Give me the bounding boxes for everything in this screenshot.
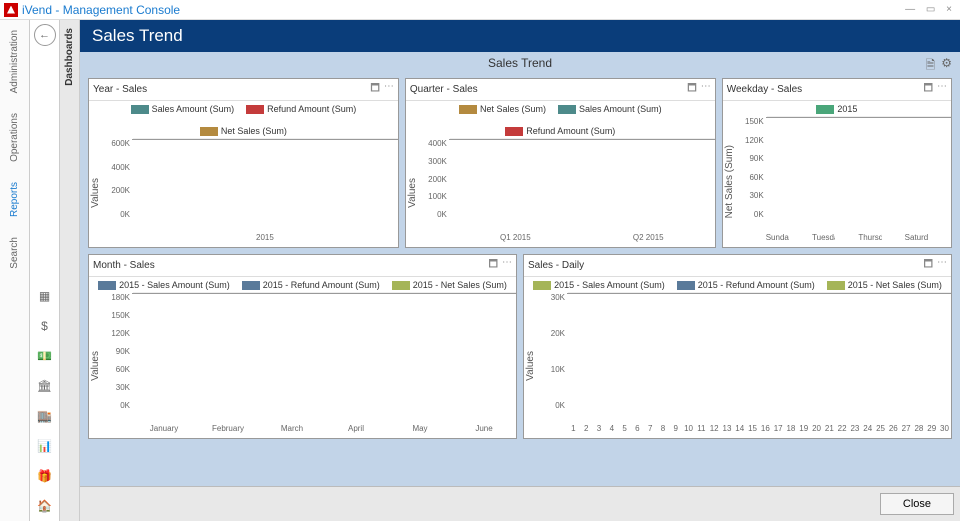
legend-item: 2015 - Refund Amount (Sum) (677, 280, 815, 290)
options-icon[interactable]: ⋯ (937, 257, 947, 274)
chart-panel-year: Year - Sales 🗖⋯ Sales Amount (Sum) Refund A… (88, 78, 399, 248)
rail-item-operations[interactable]: Operations (9, 103, 20, 172)
tool-cash-icon[interactable]: 💵 (33, 344, 57, 368)
maximize-icon[interactable]: 🗖 (489, 257, 499, 274)
tool-bank-icon[interactable]: 🏛 (33, 374, 57, 398)
dashboard-header: Sales Trend 🗎 ⚙ (80, 52, 960, 74)
tool-chart-icon[interactable]: 📊 (33, 434, 57, 458)
tool-icon-rail: ← ▦ $ 💵 🏛 🏬 📊 🎁 🏠 (30, 20, 60, 521)
window-controls[interactable]: — ▭ × (905, 4, 956, 15)
legend-item: Refund Amount (Sum) (246, 104, 356, 114)
tool-grid-icon[interactable]: ▦ (33, 284, 57, 308)
tool-money-icon[interactable]: $ (33, 314, 57, 338)
y-axis-label: Net Sales (Sum) (723, 145, 736, 218)
legend-item: 2015 - Refund Amount (Sum) (242, 280, 380, 290)
chart-panel-quarter: Quarter - Sales 🗖⋯ Net Sales (Sum) Sales Am… (405, 78, 716, 248)
tool-gift-icon[interactable]: 🎁 (33, 464, 57, 488)
legend-item: 2015 - Net Sales (Sum) (392, 280, 507, 290)
maximize-icon[interactable]: 🗖 (924, 257, 934, 274)
y-axis-label: Values (524, 351, 537, 381)
app-logo-icon (4, 3, 18, 17)
dashboard-title: Sales Trend (488, 56, 552, 70)
panel-title: Quarter - Sales (410, 84, 478, 95)
legend-item: Refund Amount (Sum) (505, 126, 615, 136)
title-bar: iVend - Management Console — ▭ × (0, 0, 960, 20)
legend-item: 2015 - Sales Amount (Sum) (98, 280, 230, 290)
page-title: Sales Trend (80, 20, 960, 52)
maximize-icon[interactable]: 🗖 (924, 81, 934, 98)
legend-item: 2015 - Net Sales (Sum) (827, 280, 942, 290)
options-icon[interactable]: ⋯ (701, 81, 711, 98)
export-icon[interactable]: 🗎 (926, 56, 936, 77)
rail-item-reports[interactable]: Reports (9, 172, 20, 227)
y-axis-label: Values (89, 178, 102, 208)
left-nav-rail: AdministrationOperationsReportsSearch (0, 20, 30, 521)
legend-item: 2015 - Sales Amount (Sum) (533, 280, 665, 290)
footer: Close (80, 486, 960, 521)
chart-panel-weekday: Weekday - Sales🗖⋯2015Net Sales (Sum)150K… (722, 78, 952, 248)
settings-icon[interactable]: ⚙ (941, 56, 952, 77)
rail-item-administration[interactable]: Administration (9, 20, 20, 103)
options-icon[interactable]: ⋯ (384, 81, 394, 98)
y-axis-label: Values (89, 351, 102, 381)
legend-item: Net Sales (Sum) (200, 126, 287, 136)
y-axis-label: Values (406, 178, 419, 208)
close-button[interactable]: Close (880, 493, 954, 515)
panel-title: Sales - Daily (528, 260, 584, 271)
legend-item: Sales Amount (Sum) (131, 104, 235, 114)
tool-store-icon[interactable]: 🏬 (33, 404, 57, 428)
rail-item-search[interactable]: Search (9, 227, 20, 279)
legend-item: Sales Amount (Sum) (558, 104, 662, 114)
chart-panel-month: Month - Sales 🗖⋯ 2015 - Sales Amount (Sum)… (88, 254, 517, 439)
options-icon[interactable]: ⋯ (937, 81, 947, 98)
vertical-tab[interactable]: Dashboards (60, 20, 80, 521)
maximize-icon[interactable]: 🗖 (687, 81, 697, 98)
chart-panel-daily: Sales - Daily 🗖⋯ 2015 - Sales Amount (Sum)… (523, 254, 952, 439)
panel-title: Month - Sales (93, 260, 155, 271)
options-icon[interactable]: ⋯ (502, 257, 512, 274)
panel-title: Year - Sales (93, 84, 147, 95)
app-title: iVend - Management Console (22, 3, 180, 17)
back-button[interactable]: ← (34, 24, 56, 46)
panel-title: Weekday - Sales (727, 84, 802, 95)
legend-item: Net Sales (Sum) (459, 104, 546, 114)
tool-home-icon[interactable]: 🏠 (33, 494, 57, 518)
legend-item: 2015 (816, 104, 857, 114)
maximize-icon[interactable]: 🗖 (370, 81, 380, 98)
